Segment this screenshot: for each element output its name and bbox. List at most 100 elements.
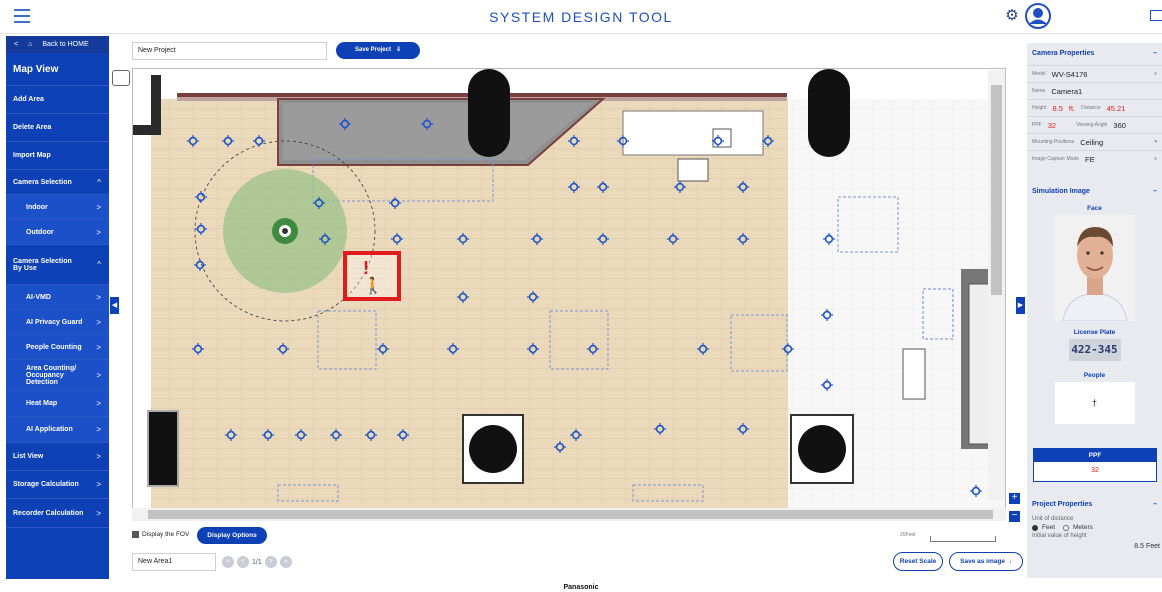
sidebar-item-label: AI Application <box>26 426 73 433</box>
list-icon[interactable]: ≡ <box>1154 71 1157 77</box>
last-page-icon[interactable]: » <box>279 556 292 568</box>
map-vertical-scrollbar[interactable] <box>988 70 1005 500</box>
distance-value[interactable]: 45.21 <box>1107 104 1126 113</box>
floor-map[interactable]: ! 🚶 <box>132 68 1006 510</box>
height-row[interactable]: Height 8.5 ft. Distance 45.21 <box>1027 99 1162 116</box>
collapse-sidebar-button[interactable]: ◀ <box>110 297 119 314</box>
first-page-icon[interactable]: « <box>222 556 234 568</box>
zoom-out-button[interactable]: − <box>1009 511 1020 522</box>
vertical-scroll-thumb[interactable] <box>991 85 1002 295</box>
sidebar-item[interactable]: Area Counting/ Occupancy Detection > <box>6 360 109 391</box>
name-row[interactable]: Name Camera1 <box>1027 82 1162 99</box>
sidebar-item[interactable]: Delete Area <box>6 114 109 142</box>
project-name-input[interactable]: New Project <box>132 42 327 60</box>
mounting-label: Mounting Positions <box>1032 139 1075 145</box>
sidebar-item[interactable]: Camera Selection By Use ^ <box>6 245 109 285</box>
collapse-icon[interactable]: – <box>1153 494 1157 516</box>
area-name-input[interactable]: New Area1 <box>132 553 216 571</box>
chevron-left-icon: < <box>14 41 19 48</box>
list-icon[interactable]: ≡ <box>1154 156 1157 162</box>
chevron-icon: > <box>96 227 101 237</box>
sidebar-item[interactable]: List View > <box>6 443 109 471</box>
mounting-select[interactable]: Ceiling <box>1080 138 1103 147</box>
layers-icon[interactable] <box>112 70 130 86</box>
face-photo <box>1054 215 1135 322</box>
model-value[interactable]: WV-S4176 <box>1052 70 1088 79</box>
chevron-icon: > <box>96 399 101 408</box>
sidebar-item[interactable]: Heat Map > <box>6 391 109 417</box>
sidebar-item[interactable]: Map View <box>6 53 109 86</box>
display-fov-checkbox[interactable]: Display the FOV <box>132 531 189 538</box>
feet-radio[interactable] <box>1032 524 1038 531</box>
sidebar-item[interactable]: AI Privacy Guard > <box>6 310 109 335</box>
chevron-icon: > <box>96 452 101 461</box>
sidebar-item[interactable]: Camera Selection ^ <box>6 170 109 195</box>
chevron-icon: > <box>96 370 101 380</box>
collapse-icon[interactable]: – <box>1153 43 1157 65</box>
sidebar-item[interactable]: Add Area <box>6 86 109 114</box>
camera-properties-header[interactable]: Camera Properties – <box>1027 43 1162 65</box>
sidebar-item[interactable]: People Counting > <box>6 335 109 360</box>
sidebar-item[interactable]: Outdoor > <box>6 220 109 245</box>
sidebar-item[interactable]: AI Application > <box>6 417 109 443</box>
model-row[interactable]: Model WV-S4176 ≡ <box>1027 65 1162 82</box>
sidebar-item[interactable]: Storage Calculation > <box>6 471 109 499</box>
capture-mode-value[interactable]: FE <box>1085 155 1095 164</box>
viewing-angle-value[interactable]: 360 <box>1113 121 1126 130</box>
collapse-icon[interactable]: – <box>1153 181 1157 203</box>
save-project-button[interactable]: Save Project ⇩ <box>336 42 420 59</box>
user-icon[interactable] <box>1025 3 1051 29</box>
sidebar-item-label: Add Area <box>13 96 44 103</box>
floor-plan-canvas: ! 🚶 <box>133 69 1005 509</box>
zoom-in-button[interactable]: + <box>1009 493 1020 504</box>
height-value[interactable]: 8.5 <box>1052 104 1062 113</box>
svg-text:!: ! <box>363 258 369 278</box>
horizontal-scroll-thumb[interactable] <box>148 510 993 519</box>
people-label: People <box>1083 372 1106 379</box>
mail-icon[interactable] <box>1150 10 1162 21</box>
sidebar-item[interactable]: Recorder Calculation > <box>6 499 109 528</box>
ppf-summary: PPF 32 <box>1033 448 1157 482</box>
ppf-value[interactable]: 32 <box>1048 121 1056 130</box>
sidebar-item-label: Storage Calculation <box>13 481 79 488</box>
save-as-image-button[interactable]: Save as image ↓ <box>949 552 1023 571</box>
ppf-summary-title: PPF <box>1034 449 1156 462</box>
unit-of-distance-label: Unit of distance <box>1032 516 1074 522</box>
chevron-icon: > <box>96 342 101 352</box>
mounting-row[interactable]: Mounting Positions Ceiling ▾ <box>1027 133 1162 150</box>
meters-radio[interactable] <box>1063 524 1070 531</box>
sidebar-item-label: Recorder Calculation <box>13 509 84 517</box>
ppf-row[interactable]: PPF 32 Viewing Angle 360 <box>1027 116 1162 133</box>
sidebar-item[interactable]: Import Map <box>6 142 109 170</box>
display-options-button[interactable]: Display Options <box>197 527 267 544</box>
project-properties-header[interactable]: Project Properties – <box>1027 494 1162 516</box>
simulation-image-header[interactable]: Simulation Image – <box>1027 181 1162 203</box>
chevron-icon: > <box>96 202 101 212</box>
initial-height-value: 8.5 <box>1134 543 1145 550</box>
capture-mode-label: Image Capture Mode <box>1032 156 1079 162</box>
sidebar-item-label: Area Counting/ Occupancy Detection <box>26 364 77 386</box>
map-horizontal-scrollbar[interactable] <box>132 508 1006 521</box>
next-page-icon[interactable]: > <box>264 556 277 568</box>
save-project-label: Save Project <box>354 47 391 53</box>
sidebar: < ⌂ Back to HOME Map View Add Area Delete … <box>6 36 109 579</box>
prev-page-icon[interactable]: < <box>237 556 249 568</box>
gear-icon[interactable]: ⚙ <box>1005 8 1019 23</box>
people-simulation-image: † <box>1054 382 1135 424</box>
model-label: Model <box>1032 71 1046 77</box>
capture-mode-row[interactable]: Image Capture Mode FE ≡ <box>1027 150 1162 167</box>
collapse-right-panel-button[interactable]: ▶ <box>1016 297 1025 314</box>
sidebar-item[interactable]: Indoor > <box>6 195 109 220</box>
project-properties-section: Project Properties – Unit of distance Fe… <box>1027 494 1162 578</box>
sidebar-item[interactable]: AI-VMD > <box>6 285 109 310</box>
sidebar-item-label: Delete Area <box>13 124 52 131</box>
chevron-down-icon[interactable]: ▾ <box>1154 139 1157 145</box>
back-to-home-link[interactable]: < ⌂ Back to HOME <box>6 36 109 53</box>
initial-height-field[interactable]: 8.5 Feet <box>1027 543 1162 550</box>
license-plate-image: 422-345 <box>1068 339 1121 361</box>
chevron-icon: > <box>96 508 101 518</box>
scale-label: 20Feet <box>900 532 916 538</box>
feet-label: Feet <box>1042 524 1056 531</box>
name-value[interactable]: Camera1 <box>1051 87 1082 96</box>
reset-scale-button[interactable]: Reset Scale <box>893 552 943 571</box>
